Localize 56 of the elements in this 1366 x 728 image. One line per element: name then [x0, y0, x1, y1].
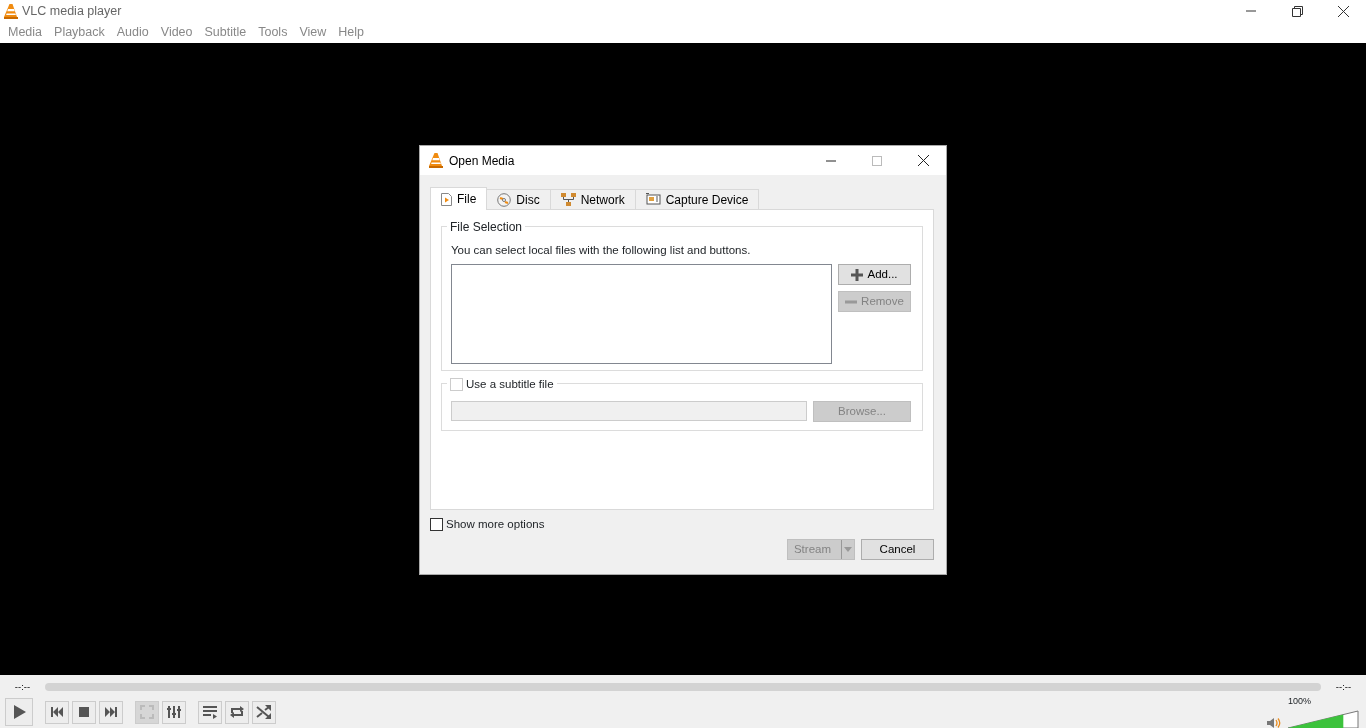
menu-item[interactable]: Playback	[48, 23, 111, 42]
plus-icon	[851, 268, 864, 281]
menu-item[interactable]: Tools	[252, 23, 294, 42]
cancel-button[interactable]: Cancel	[861, 539, 934, 561]
menu-item[interactable]: View	[293, 23, 333, 42]
restore-icon	[1291, 5, 1303, 17]
menu-item[interactable]: Audio	[110, 23, 155, 42]
window-title: VLC media player	[22, 2, 122, 20]
hint-text: You can select local files with the following list and buttons.	[451, 243, 751, 258]
equalizer-button[interactable]	[162, 700, 186, 724]
menu-item[interactable]: Help	[332, 23, 370, 42]
close-icon	[1337, 5, 1349, 17]
capture-card-icon	[645, 193, 661, 206]
loop-button[interactable]	[225, 700, 249, 724]
network-icon	[560, 193, 576, 206]
menu-item[interactable]: Subtitle	[198, 23, 253, 42]
stop-icon	[76, 704, 92, 720]
cone-icon	[429, 153, 443, 168]
document-icon	[441, 192, 452, 206]
maximize-icon	[872, 155, 882, 166]
elapsed-time: --:--	[13, 679, 32, 694]
minus-icon	[845, 299, 858, 304]
volume-slider[interactable]	[1287, 708, 1360, 728]
disc-icon	[497, 192, 512, 207]
tab[interactable]: Network	[549, 189, 636, 209]
stop-button[interactable]	[72, 700, 96, 724]
file-button[interactable]: Add...	[838, 264, 911, 286]
previous-button[interactable]	[45, 700, 69, 724]
previous-icon	[49, 704, 65, 720]
dialog-title: Open Media	[449, 152, 515, 170]
menu-item[interactable]: Video	[154, 23, 199, 42]
playlist-icon	[202, 704, 218, 720]
playlist-button[interactable]	[198, 700, 222, 724]
next-button[interactable]	[99, 700, 123, 724]
tab[interactable]: Disc	[486, 189, 551, 209]
subtitle-path-field[interactable]	[451, 401, 807, 421]
caret-icon	[844, 547, 852, 553]
loop-icon	[229, 704, 245, 720]
file-list[interactable]	[451, 264, 832, 365]
checkbox-label: Show more options	[446, 517, 545, 532]
speaker-icon[interactable]	[1267, 716, 1281, 728]
fullscreen-icon	[139, 704, 155, 720]
shuffle-icon	[256, 704, 272, 720]
tab[interactable]: File	[430, 187, 488, 210]
next-icon	[103, 704, 119, 720]
close-icon	[917, 155, 929, 166]
cone-icon	[4, 3, 18, 19]
play-button[interactable]	[5, 698, 33, 726]
menu-item[interactable]: Media	[2, 23, 49, 42]
remaining-time: --:--	[1334, 679, 1353, 694]
equalizer-icon	[166, 704, 182, 720]
shuffle-button[interactable]	[252, 700, 276, 724]
checkbox-label: Use a subtitle file	[466, 377, 554, 392]
checkbox[interactable]	[430, 518, 443, 532]
volume-reading: 100%	[1288, 695, 1312, 709]
tab[interactable]: Capture Device	[634, 189, 760, 209]
